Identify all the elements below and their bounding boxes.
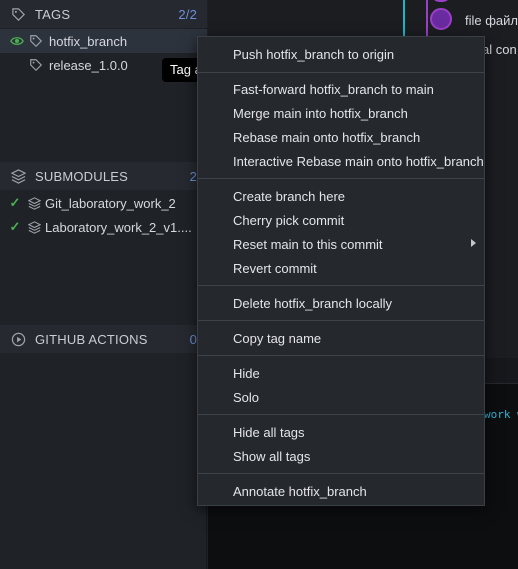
menu-item-reset-label: Reset main to this commit	[233, 236, 383, 252]
submodules-section-title: SUBMODULES	[35, 168, 129, 184]
menu-item-rebase[interactable]: Rebase main onto hotfix_branch	[198, 125, 484, 149]
commit-message-2[interactable]: al con	[482, 42, 517, 57]
play-circle-icon	[10, 331, 26, 347]
submodules-count: 2	[189, 168, 197, 184]
check-icon: ✓	[9, 195, 21, 210]
graph-branch-line-purple	[426, 0, 428, 40]
commit-message[interactable]: file файл	[465, 13, 518, 28]
tag-label: release_1.0.0	[49, 57, 128, 73]
tag-icon	[10, 6, 26, 22]
layers-icon	[10, 168, 26, 184]
menu-separator	[198, 178, 484, 179]
menu-item-copy-tag-name[interactable]: Copy tag name	[198, 326, 484, 350]
tag-item-hotfix-branch[interactable]: hotfix_branch	[0, 29, 207, 53]
github-actions-count: 0	[189, 331, 197, 347]
menu-item-reset[interactable]: Reset main to this commit	[198, 232, 484, 256]
github-actions-section-header[interactable]: GITHUB ACTIONS 0	[0, 325, 207, 353]
tags-count: 2/2	[178, 6, 197, 22]
submodule-item[interactable]: ✓ Git_laboratory_work_2	[0, 191, 207, 215]
layers-icon	[27, 196, 41, 210]
menu-item-show-all-tags[interactable]: Show all tags	[198, 444, 484, 468]
menu-item-create-branch[interactable]: Create branch here	[198, 184, 484, 208]
layers-icon	[27, 220, 41, 234]
submodule-label: Laboratory_work_2_v1....	[45, 219, 192, 235]
menu-item-solo[interactable]: Solo	[198, 385, 484, 409]
chevron-right-icon	[471, 239, 476, 247]
menu-item-cherry-pick[interactable]: Cherry pick commit	[198, 208, 484, 232]
submodules-section-header[interactable]: SUBMODULES 2	[0, 162, 207, 190]
left-sidebar: TAGS 2/2 hotfix_branch release_1.0.0 SUB…	[0, 0, 207, 569]
menu-item-interactive-rebase[interactable]: Interactive Rebase main onto hotfix_bran…	[198, 149, 484, 173]
eye-icon[interactable]	[10, 34, 24, 48]
menu-item-push[interactable]: Push hotfix_branch to origin	[198, 42, 484, 66]
check-icon: ✓	[9, 219, 21, 234]
commit-avatar[interactable]	[430, 8, 452, 30]
menu-separator	[198, 285, 484, 286]
menu-item-delete-local[interactable]: Delete hotfix_branch locally	[198, 291, 484, 315]
menu-item-revert[interactable]: Revert commit	[198, 256, 484, 280]
tags-section-header[interactable]: TAGS 2/2	[0, 0, 207, 28]
tags-section-title: TAGS	[35, 6, 71, 22]
menu-item-hide[interactable]: Hide	[198, 361, 484, 385]
tag-icon	[29, 58, 43, 72]
menu-item-merge[interactable]: Merge main into hotfix_branch	[198, 101, 484, 125]
menu-separator	[198, 320, 484, 321]
github-actions-section-title: GITHUB ACTIONS	[35, 331, 148, 347]
submodule-item[interactable]: ✓ Laboratory_work_2_v1....	[0, 215, 207, 239]
menu-separator	[198, 355, 484, 356]
submodule-label: Git_laboratory_work_2	[45, 195, 176, 211]
tag-icon	[29, 34, 43, 48]
menu-item-hide-all-tags[interactable]: Hide all tags	[198, 420, 484, 444]
tag-label: hotfix_branch	[49, 33, 128, 49]
menu-separator	[198, 473, 484, 474]
context-menu: Push hotfix_branch to origin Fast-forwar…	[197, 36, 485, 506]
menu-item-annotate[interactable]: Annotate hotfix_branch	[198, 479, 484, 503]
menu-separator	[198, 72, 484, 73]
terminal-output: work w	[484, 408, 518, 421]
menu-item-fast-forward[interactable]: Fast-forward hotfix_branch to main	[198, 77, 484, 101]
menu-separator	[198, 414, 484, 415]
